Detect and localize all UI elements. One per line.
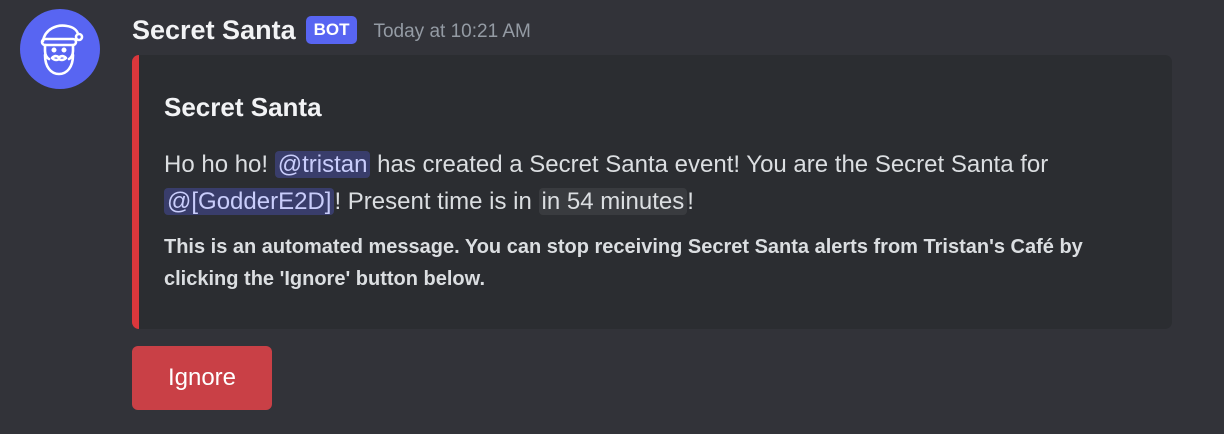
message-timestamp[interactable]: Today at 10:21 AM [373,21,530,43]
user-mention-tristan[interactable]: @tristan [274,151,371,178]
embed-description-text: ! Present time is in [334,188,539,215]
bot-avatar[interactable] [20,9,100,89]
embed-description: Ho ho ho! @tristan has created a Secret … [164,146,1154,220]
message: Secret Santa BOT Today at 10:21 AM Secre… [0,0,1224,434]
user-mention-godder[interactable]: @[GodderE2D] [164,188,335,215]
embed: Secret Santa Ho ho ho! @tristan has crea… [132,55,1172,329]
embed-description-text: has created a Secret Santa event! You ar… [370,151,1049,178]
bot-badge: BOT [305,16,358,44]
santa-icon [40,24,84,76]
embed-description-text: ! [687,188,694,215]
message-header: Secret Santa BOT Today at 10:21 AM [132,10,531,50]
embed-title: Secret Santa [164,92,322,122]
ignore-button[interactable]: Ignore [132,346,272,410]
author-name[interactable]: Secret Santa [132,15,296,46]
relative-time-chip[interactable]: in 54 minutes [538,188,688,215]
embed-notice: This is an automated message. You can st… [164,236,1083,290]
embed-description-text: Ho ho ho! [164,151,275,178]
